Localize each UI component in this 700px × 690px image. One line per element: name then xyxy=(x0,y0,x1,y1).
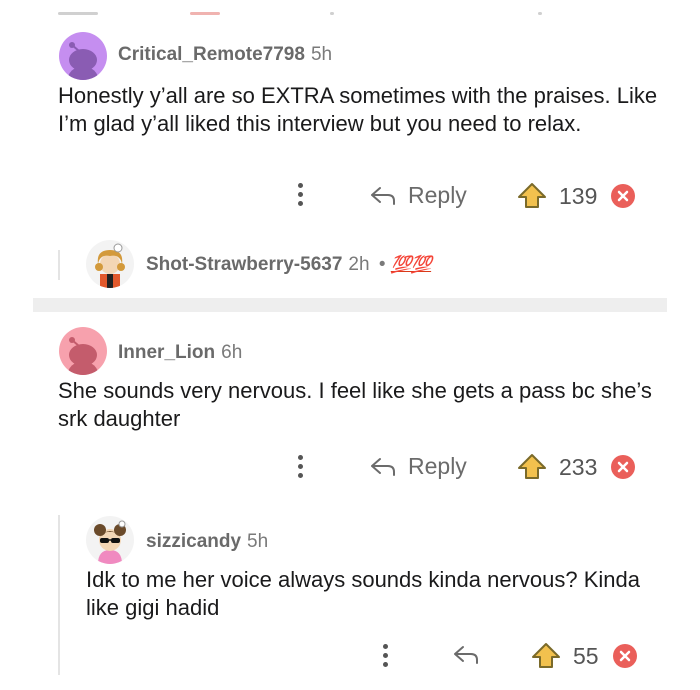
reply-arrow-icon xyxy=(371,457,395,476)
meta-separator: • xyxy=(378,254,386,275)
timestamp: 6h xyxy=(221,342,243,363)
previous-comment-remnant xyxy=(0,0,700,20)
user-flair: 💯💯 xyxy=(390,255,432,274)
upvote-icon[interactable] xyxy=(531,642,561,670)
reply-button[interactable] xyxy=(453,645,491,665)
downvote-icon[interactable] xyxy=(611,455,636,479)
comment-body: Idk to me her voice always sounds kinda … xyxy=(86,567,640,620)
thread-line xyxy=(58,250,60,280)
avatar[interactable] xyxy=(59,32,107,80)
thread-separator xyxy=(33,298,667,312)
avatar[interactable] xyxy=(59,327,107,375)
username[interactable]: Critical_Remote7798 5h xyxy=(118,44,332,66)
avatar[interactable] xyxy=(86,240,134,288)
username[interactable]: sizzicandy 5h xyxy=(146,531,268,553)
timestamp: 5h xyxy=(310,44,333,65)
comment-body: She sounds very nervous. I feel like she… xyxy=(58,378,652,431)
reply-arrow-icon xyxy=(454,646,478,664)
upvote-icon[interactable] xyxy=(517,182,547,210)
username[interactable]: Shot-Strawberry-5637 2h • 💯💯 xyxy=(146,254,432,276)
more-options-icon[interactable] xyxy=(298,455,304,482)
timestamp: 2h xyxy=(348,254,370,275)
downvote-icon[interactable] xyxy=(611,184,636,208)
downvote-icon[interactable] xyxy=(612,644,637,668)
score: 233 xyxy=(559,453,598,480)
score: 55 xyxy=(573,642,599,669)
username[interactable]: Inner_Lion 6h xyxy=(118,342,242,364)
vote-control: 55 xyxy=(531,642,637,670)
upvote-icon[interactable] xyxy=(517,453,547,481)
more-options-icon[interactable] xyxy=(298,183,304,210)
score: 139 xyxy=(559,182,598,209)
snoo-avatar-icon xyxy=(67,337,99,375)
vote-control: 233 xyxy=(517,453,636,481)
avatar[interactable] xyxy=(86,516,134,564)
custom-avatar-icon xyxy=(94,520,126,564)
snoo-avatar-icon xyxy=(67,42,99,80)
vote-control: 139 xyxy=(517,182,636,210)
custom-avatar-icon xyxy=(95,243,125,288)
comment-body: Honestly y’all are so EXTRA sometimes wi… xyxy=(58,83,658,136)
more-options-icon[interactable] xyxy=(383,644,389,671)
timestamp: 5h xyxy=(247,531,269,552)
reply-button[interactable]: Reply xyxy=(370,182,467,209)
reply-arrow-icon xyxy=(371,186,395,205)
reply-button[interactable]: Reply xyxy=(370,453,467,480)
thread-line xyxy=(58,515,60,675)
